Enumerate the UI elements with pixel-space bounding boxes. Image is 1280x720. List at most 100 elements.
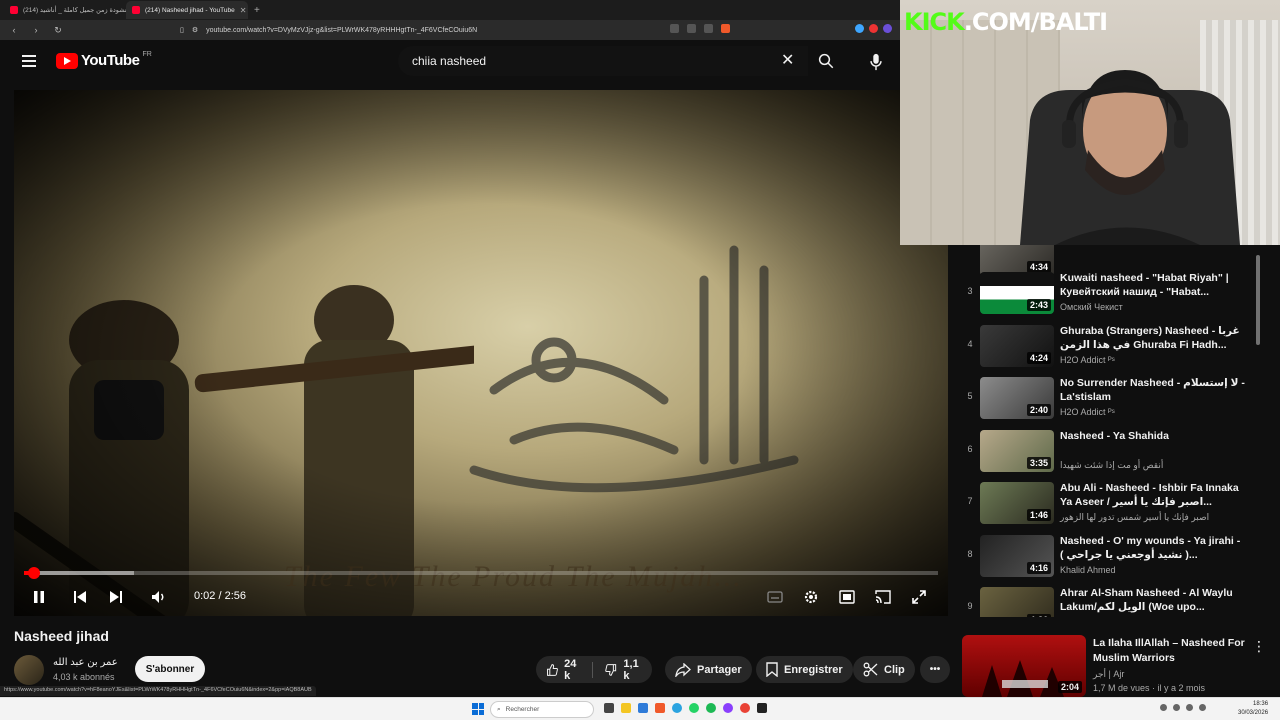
- address-bar: ‹ › ↻ ▯ ⚙ youtube.com/watch?v=DVyMzVJjz-…: [0, 20, 900, 40]
- search-button[interactable]: [810, 46, 842, 76]
- thumbs-down-icon[interactable]: [605, 662, 617, 678]
- status-bar-link: https://www.youtube.com/watch?v=hF8eanoY…: [0, 686, 316, 696]
- file-explorer-icon[interactable]: [621, 703, 631, 713]
- recommendation-title[interactable]: La Ilaha IllAllah – Nasheed For Muslim W…: [1093, 636, 1245, 666]
- next-button[interactable]: [101, 582, 131, 612]
- recommendation-channel[interactable]: أجر | Ajr: [1093, 669, 1124, 680]
- playlist-scrollbar[interactable]: [1256, 255, 1260, 345]
- channel-name[interactable]: عمر بن عبد الله: [53, 657, 118, 668]
- whatsapp-icon[interactable]: [689, 703, 699, 713]
- new-tab-icon[interactable]: +: [254, 5, 260, 16]
- cast-button[interactable]: [868, 582, 898, 612]
- fullscreen-button[interactable]: [904, 582, 934, 612]
- playlist-channel[interactable]: Khalid Ahmed: [1060, 565, 1116, 575]
- playlist-duration: 4:16: [1026, 562, 1051, 574]
- site-info-icon[interactable]: ⚙: [192, 26, 198, 34]
- save-button[interactable]: Enregistrer: [756, 656, 853, 683]
- screenshot-icon[interactable]: [687, 24, 696, 33]
- reload-icon[interactable]: ↻: [52, 25, 64, 36]
- playlist-channel[interactable]: H2O Addict ᴾˢ: [1060, 355, 1115, 365]
- close-tab-icon[interactable]: ✕: [240, 6, 247, 15]
- extension-icon[interactable]: [855, 24, 864, 33]
- brave-browser-icon[interactable]: [655, 703, 665, 713]
- playlist-thumbnail[interactable]: 2:43: [980, 272, 1054, 314]
- playlist-thumbnail[interactable]: 2:40: [980, 377, 1054, 419]
- playlist-thumbnail[interactable]: 4:36: [980, 587, 1054, 617]
- network-icon[interactable]: [1186, 704, 1193, 711]
- playlist-title[interactable]: Abu Ali - Nasheed - Ishbir Fa Innaka Ya …: [1060, 481, 1245, 509]
- back-icon[interactable]: ‹: [8, 25, 20, 35]
- search-input[interactable]: chiia nasheed: [398, 46, 808, 76]
- subscribe-button[interactable]: S'abonner: [135, 656, 205, 682]
- playlist-title[interactable]: Ahrar Al-Sham Nasheed - Al Waylu Lakum/ا…: [1060, 586, 1245, 614]
- taskbar-search-input[interactable]: ⌕ Rechercher: [490, 701, 594, 718]
- voice-search-button[interactable]: [862, 48, 890, 76]
- playlist-channel[interactable]: H2O Addict ᴾˢ: [1060, 407, 1115, 417]
- like-count[interactable]: 24 k: [564, 658, 580, 682]
- playlist-item[interactable]: 7 1:46 Abu Ali - Nasheed - Ishbir Fa Innak…: [962, 478, 1262, 528]
- playlist-title[interactable]: Nasheed - O' my wounds - Ya jirahi - ( ن…: [1060, 534, 1245, 562]
- bookmark-icon[interactable]: ▯: [180, 26, 184, 34]
- zoom-icon[interactable]: [670, 24, 679, 33]
- share-button[interactable]: Partager: [665, 656, 752, 683]
- clear-search-icon[interactable]: ✕: [781, 53, 794, 69]
- speaker-icon[interactable]: [1199, 704, 1206, 711]
- playlist-title[interactable]: No Surrender Nasheed - لا إستسلام - La's…: [1060, 376, 1245, 404]
- forward-icon[interactable]: ›: [30, 25, 42, 35]
- tray-icon[interactable]: [1173, 704, 1180, 711]
- notion-icon[interactable]: [757, 703, 767, 713]
- playlist-title[interactable]: Nasheed - Ya Shahida: [1060, 429, 1245, 443]
- url-field[interactable]: ▯ ⚙ youtube.com/watch?v=DVyMzVJjz-g&list…: [180, 23, 740, 37]
- menu-icon[interactable]: [22, 55, 36, 67]
- playlist-channel[interactable]: Омский Чекист: [1060, 302, 1123, 312]
- dislike-count[interactable]: 1,1 k: [623, 658, 642, 682]
- extension-icon[interactable]: [869, 24, 878, 33]
- taskbar-clock[interactable]: 18:36 30/03/2026: [1238, 700, 1268, 718]
- playlist-item[interactable]: 4 4:24 Ghuraba (Strangers) Nasheed - غربا …: [962, 321, 1262, 371]
- messenger-icon[interactable]: [723, 703, 733, 713]
- scrubber-handle[interactable]: [28, 567, 41, 579]
- playlist-thumbnail[interactable]: 4:24: [980, 325, 1054, 367]
- youtube-logo[interactable]: YouTube FR: [56, 51, 152, 69]
- spotify-icon[interactable]: [706, 703, 716, 713]
- playlist-item[interactable]: 8 4:16 Nasheed - O' my wounds - Ya jirahi …: [962, 531, 1262, 581]
- playlist-channel[interactable]: أنقص أو مت إذا شئت شهيدا: [1060, 460, 1163, 471]
- chrome-icon[interactable]: [740, 703, 750, 713]
- browser-tab[interactable]: (214) أنشودة زمن جميل كاملة _ أناشيد...: [4, 1, 126, 19]
- telegram-icon[interactable]: [672, 703, 682, 713]
- playlist-channel[interactable]: اصبر فإنك يا أسير شمس تدور لها الزهور: [1060, 512, 1209, 523]
- playlist-title[interactable]: Kuwaiti nasheed - "Habat Riyah" | Кувейт…: [1060, 271, 1245, 299]
- playlist-thumbnail[interactable]: 4:16: [980, 535, 1054, 577]
- clip-button[interactable]: Clip: [853, 656, 915, 683]
- playlist-index: 6: [967, 444, 973, 454]
- playlist-title[interactable]: Ghuraba (Strangers) Nasheed - غربا في هذ…: [1060, 324, 1245, 352]
- tab-label: (214) Nasheed jihad - YouTube: [145, 6, 235, 14]
- tray-icon[interactable]: [1160, 704, 1167, 711]
- settings-button[interactable]: [796, 582, 826, 612]
- video-player[interactable]: The Few The Proud The Mujah... 0:02 / 2:…: [14, 90, 948, 616]
- recommendation-thumbnail[interactable]: 2:04: [962, 635, 1086, 697]
- extension-icon[interactable]: [883, 24, 892, 33]
- playlist-thumbnail[interactable]: 3:35: [980, 430, 1054, 472]
- subtitles-button[interactable]: [760, 582, 790, 612]
- playlist-item[interactable]: 6 3:35 Nasheed - Ya Shahida أنقص أو مت إذا …: [962, 426, 1262, 476]
- browser-tab-active[interactable]: (214) Nasheed jihad - YouTube ✕: [126, 1, 248, 19]
- brave-shield-icon[interactable]: [721, 24, 730, 33]
- previous-button[interactable]: [65, 582, 95, 612]
- share-icon[interactable]: [704, 24, 713, 33]
- playlist-item[interactable]: 9 4:36 Ahrar Al-Sham Nasheed - Al Waylu La…: [962, 583, 1262, 617]
- playlist-item[interactable]: 3 2:43 Kuwaiti nasheed - "Habat Riyah" | К…: [962, 268, 1262, 318]
- pause-button[interactable]: [24, 582, 54, 612]
- miniplayer-button[interactable]: [832, 582, 862, 612]
- progress-bar[interactable]: [24, 567, 938, 579]
- recommendation-menu-icon[interactable]: ⋮: [1252, 638, 1266, 655]
- windows-start-icon[interactable]: [472, 703, 484, 715]
- more-actions-button[interactable]: •••: [920, 656, 950, 683]
- thumbs-up-icon[interactable]: [546, 662, 558, 678]
- task-view-icon[interactable]: [604, 703, 614, 713]
- playlist-thumbnail[interactable]: 1:46: [980, 482, 1054, 524]
- channel-avatar[interactable]: [14, 655, 44, 685]
- playlist-item[interactable]: 5 2:40 No Surrender Nasheed - لا إستسلام -…: [962, 373, 1262, 423]
- volume-button[interactable]: [144, 582, 174, 612]
- store-icon[interactable]: [638, 703, 648, 713]
